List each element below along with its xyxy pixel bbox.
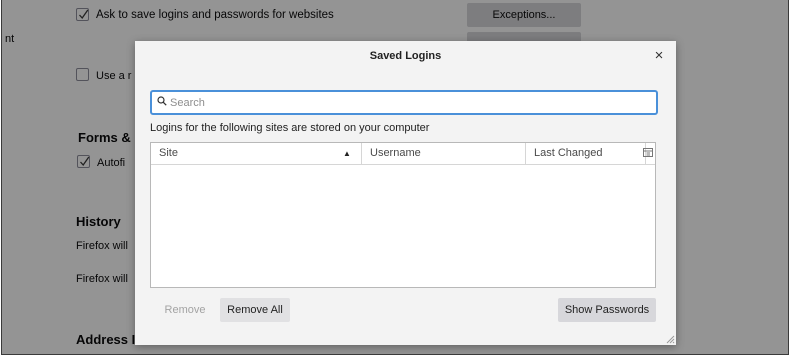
close-icon[interactable]: ×	[652, 48, 666, 63]
column-header-site[interactable]: Site	[159, 143, 178, 164]
column-header-last-changed[interactable]: Last Changed	[525, 143, 603, 164]
saved-logins-dialog: Saved Logins × Logins for the following …	[135, 41, 676, 345]
search-icon	[157, 96, 167, 106]
search-field[interactable]	[150, 90, 658, 115]
search-input[interactable]	[170, 92, 640, 113]
remove-button[interactable]: Remove	[153, 298, 217, 322]
column-picker-icon[interactable]	[643, 148, 653, 158]
table-body	[151, 165, 655, 287]
window-frame: Ask to save logins and passwords for web…	[1, 0, 789, 355]
logins-table[interactable]: Site ▲ Username Last Changed	[150, 142, 656, 288]
remove-all-button[interactable]: Remove All	[220, 298, 290, 322]
show-passwords-button[interactable]: Show Passwords	[558, 298, 656, 322]
logins-caption: Logins for the following sites are store…	[150, 122, 430, 134]
column-header-username[interactable]: Username	[361, 143, 421, 164]
sort-ascending-icon: ▲	[343, 149, 351, 158]
dialog-title: Saved Logins	[369, 50, 442, 62]
resize-grip-icon[interactable]	[665, 334, 675, 344]
table-header: Site ▲ Username Last Changed	[151, 143, 655, 165]
